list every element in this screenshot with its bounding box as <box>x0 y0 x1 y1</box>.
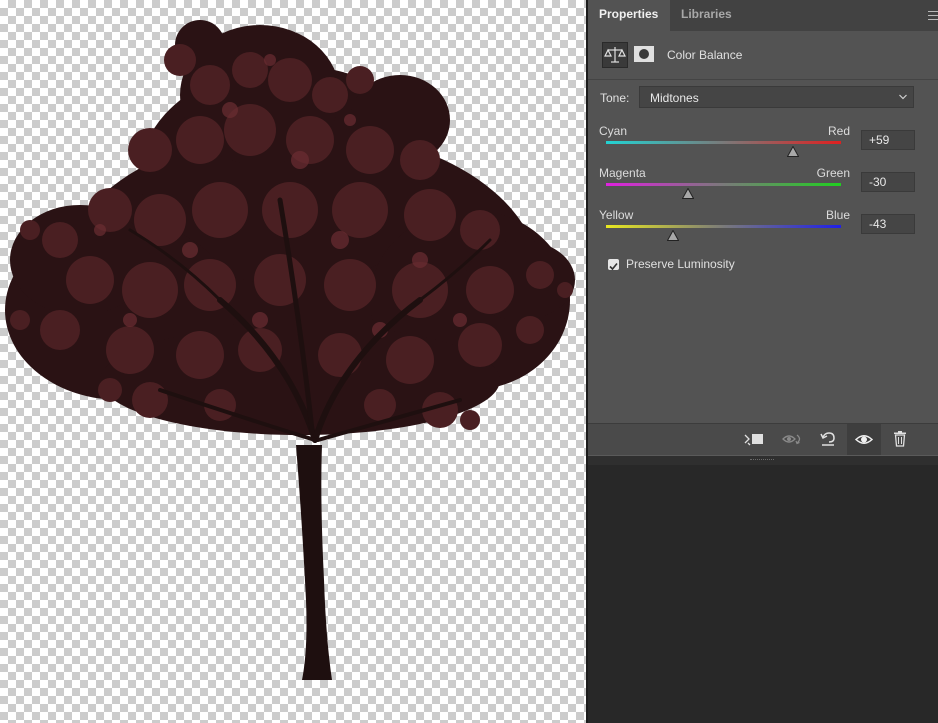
red-label: Red <box>827 124 850 138</box>
yellow-blue-value[interactable]: -43 <box>861 214 915 234</box>
trash-icon[interactable] <box>891 430 911 448</box>
panel-menu-icon[interactable] <box>928 8 938 22</box>
document-canvas[interactable] <box>0 0 586 723</box>
panel-tab-bar: Properties Libraries <box>588 0 938 31</box>
visibility-eye-icon <box>854 435 874 444</box>
adjustment-header: Color Balance <box>588 31 938 79</box>
preserve-luminosity-label[interactable]: Preserve Luminosity <box>626 257 735 271</box>
preserve-luminosity-checkbox[interactable] <box>608 259 619 271</box>
magenta-label: Magenta <box>599 166 646 180</box>
magenta-green-value[interactable]: -30 <box>861 172 915 192</box>
cyan-red-track[interactable] <box>606 141 841 144</box>
adjustment-title: Color Balance <box>667 48 743 62</box>
empty-panel-area <box>588 455 938 723</box>
reset-icon[interactable] <box>818 430 838 448</box>
blue-label: Blue <box>825 208 850 222</box>
tab-properties[interactable]: Properties <box>588 0 670 31</box>
yellow-blue-thumb[interactable] <box>666 230 679 241</box>
checkmark-icon <box>609 262 618 271</box>
magenta-green-track[interactable] <box>606 183 841 186</box>
panel-resize-grip[interactable] <box>588 455 938 465</box>
cyan-red-value[interactable]: +59 <box>861 130 915 150</box>
yellow-label: Yellow <box>599 208 634 222</box>
cyan-label: Cyan <box>599 124 628 138</box>
tone-label: Tone: <box>600 91 630 105</box>
yellow-blue-track[interactable] <box>606 225 841 228</box>
tone-selected-value: Midtones <box>650 91 699 105</box>
visibility-toggle[interactable] <box>847 424 881 455</box>
cyan-red-thumb[interactable] <box>786 146 799 157</box>
tree-foliage <box>5 20 575 435</box>
tone-dropdown[interactable]: Midtones <box>639 86 914 108</box>
panel-footer <box>588 423 938 455</box>
header-divider <box>588 79 938 80</box>
view-previous-state-icon[interactable] <box>781 430 801 448</box>
tree-trunk <box>296 445 332 680</box>
green-label: Green <box>816 166 850 180</box>
tree-image <box>5 20 575 680</box>
chevron-down-icon <box>899 94 907 100</box>
properties-panel: Properties Libraries Color Balance Tone:… <box>588 0 938 455</box>
tab-libraries[interactable]: Libraries <box>670 0 743 31</box>
layer-mask-icon[interactable] <box>633 45 655 63</box>
balance-scale-icon[interactable] <box>602 42 628 68</box>
clip-to-layer-icon[interactable] <box>743 430 763 448</box>
magenta-green-thumb[interactable] <box>682 188 695 199</box>
